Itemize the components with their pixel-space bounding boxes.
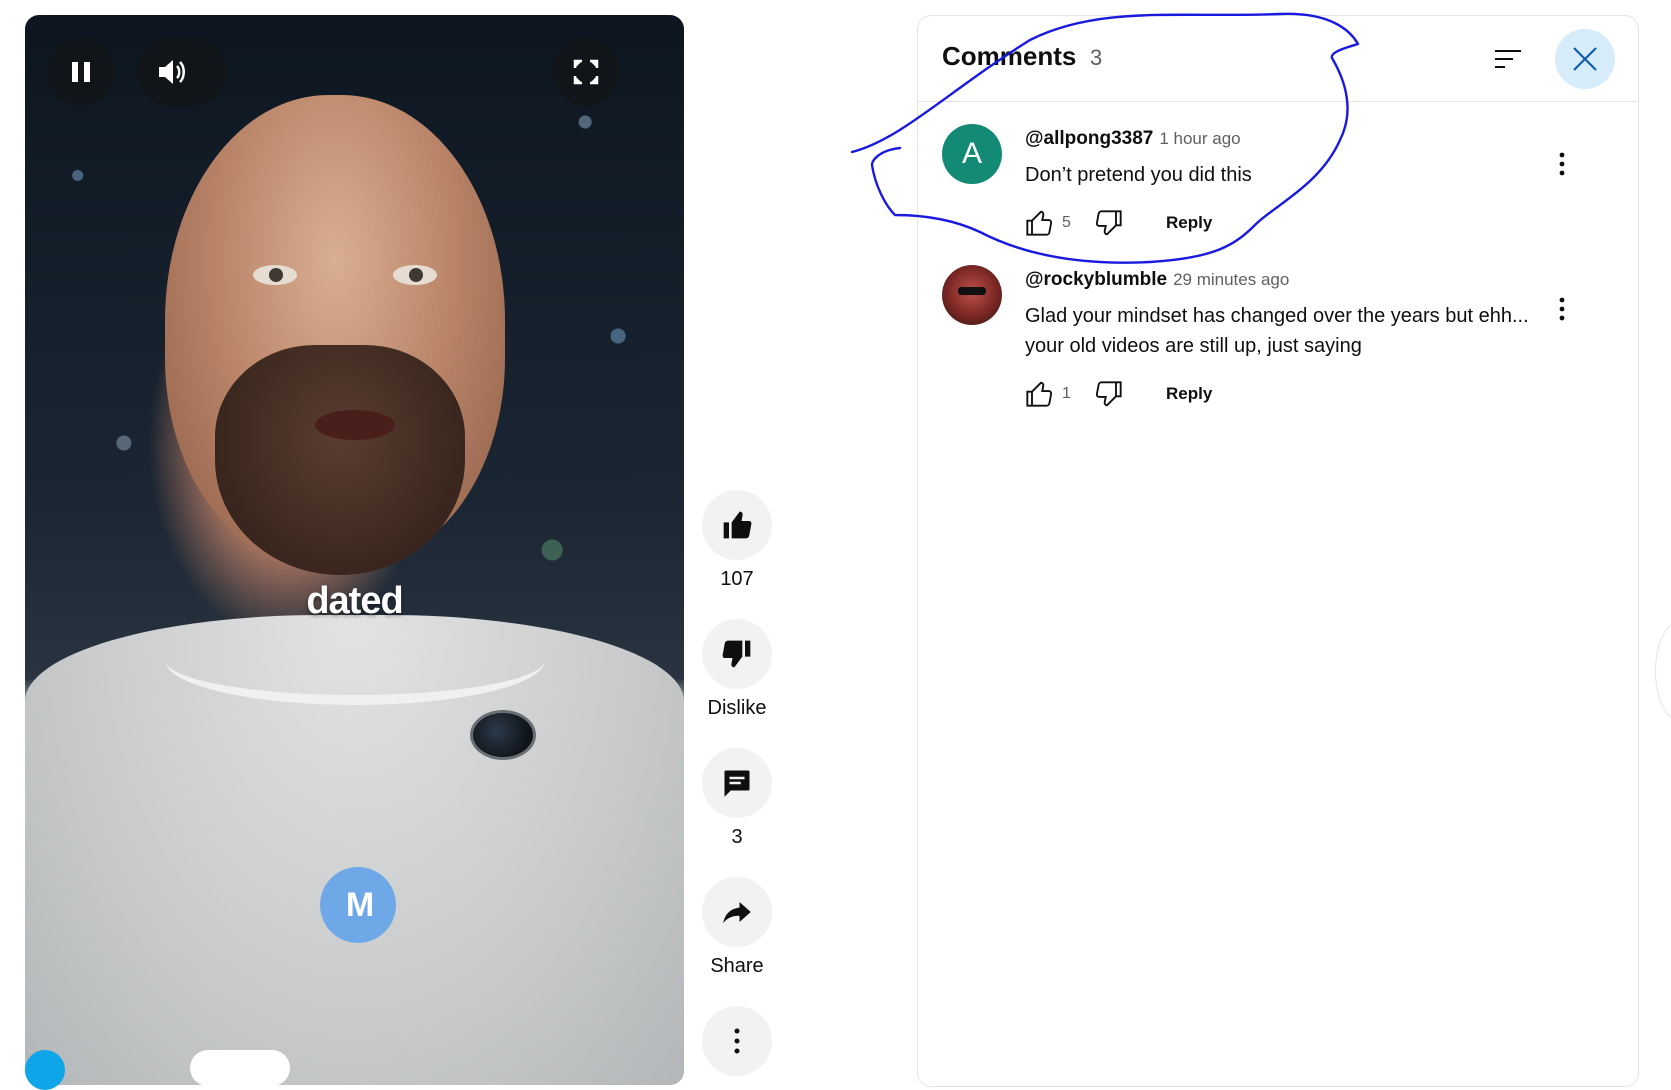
video-frame-collar	[165, 615, 545, 705]
pause-icon	[72, 62, 90, 82]
comment-text: Don’t pretend you did this	[1025, 164, 1252, 186]
comment-author[interactable]: @rockyblumble 29 minutes ago	[1025, 269, 1289, 291]
comment-menu-button[interactable]	[1542, 144, 1582, 184]
avatar[interactable]: A	[942, 124, 1002, 184]
like-count: 107	[720, 568, 754, 590]
reply-button[interactable]: Reply	[1166, 384, 1212, 404]
comment-like-button[interactable]	[1022, 377, 1056, 411]
comment-time[interactable]: 1 hour ago	[1159, 129, 1240, 148]
video-player[interactable]: M dated	[25, 15, 684, 1085]
video-frame-eye	[393, 265, 437, 285]
fullscreen-button[interactable]	[552, 38, 620, 106]
more-vertical-icon	[1559, 297, 1565, 321]
dislike-button[interactable]	[702, 619, 772, 689]
dislike-label: Dislike	[707, 697, 767, 719]
comment-dislike-button[interactable]	[1092, 206, 1126, 240]
video-caption: dated	[306, 580, 403, 622]
share-label: Share	[710, 955, 764, 977]
comments-panel: Comments 3 A @allpong3387 1 hour ago Don’…	[917, 15, 1639, 1087]
comment-text: Glad your mindset has changed over the y…	[1025, 305, 1529, 357]
next-video-button[interactable]	[1655, 620, 1671, 722]
comment-menu-button[interactable]	[1542, 289, 1582, 329]
comment-like-count: 5	[1062, 214, 1071, 231]
comment-author-name[interactable]: @rockyblumble	[1025, 269, 1167, 290]
channel-avatar[interactable]	[25, 1050, 65, 1090]
share-button[interactable]	[702, 877, 772, 947]
comment-actions: 5 Reply	[1022, 203, 1212, 243]
comment-author[interactable]: @allpong3387 1 hour ago	[1025, 128, 1241, 150]
comment-icon	[724, 770, 750, 797]
fullscreen-icon	[573, 59, 599, 85]
comment-author-name[interactable]: @allpong3387	[1025, 128, 1153, 149]
video-frame-eye	[253, 265, 297, 285]
comments-count: 3	[731, 826, 743, 848]
shirt-logo: M	[320, 867, 396, 943]
more-vertical-icon	[734, 1028, 740, 1054]
thumb-up-icon	[723, 511, 752, 539]
comments-header-count: 3	[1090, 45, 1103, 70]
comment-like-button[interactable]	[1022, 206, 1056, 240]
comment-like-count: 1	[1062, 385, 1071, 402]
pause-button[interactable]	[47, 38, 115, 106]
sort-icon	[1495, 50, 1521, 68]
comments-header: Comments 3	[918, 16, 1638, 102]
video-frame-mouth	[315, 410, 395, 440]
comment-time[interactable]: 29 minutes ago	[1173, 270, 1289, 289]
reply-button[interactable]: Reply	[1166, 213, 1212, 233]
video-frame-beard	[215, 345, 465, 575]
thumb-down-outline-icon	[1095, 381, 1122, 407]
avatar[interactable]	[942, 265, 1002, 325]
more-vertical-icon	[1559, 152, 1565, 176]
share-icon	[723, 902, 751, 924]
thumb-down-outline-icon	[1095, 210, 1122, 236]
subscribe-button[interactable]	[190, 1050, 290, 1086]
like-button[interactable]	[702, 490, 772, 560]
thumb-up-outline-icon	[1026, 210, 1053, 236]
thumb-down-icon	[722, 640, 751, 668]
volume-icon	[159, 60, 185, 84]
thumb-up-outline-icon	[1026, 381, 1053, 407]
comments-button[interactable]	[702, 748, 772, 818]
close-comments-button[interactable]	[1555, 29, 1615, 89]
comment-actions: 1 Reply	[1022, 374, 1212, 414]
video-frame-microphone	[470, 710, 536, 760]
sort-comments-button[interactable]	[1483, 34, 1533, 84]
comments-title: Comments	[942, 41, 1077, 71]
volume-button[interactable]	[137, 38, 227, 106]
close-icon	[1573, 47, 1597, 71]
comment-dislike-button[interactable]	[1092, 377, 1126, 411]
